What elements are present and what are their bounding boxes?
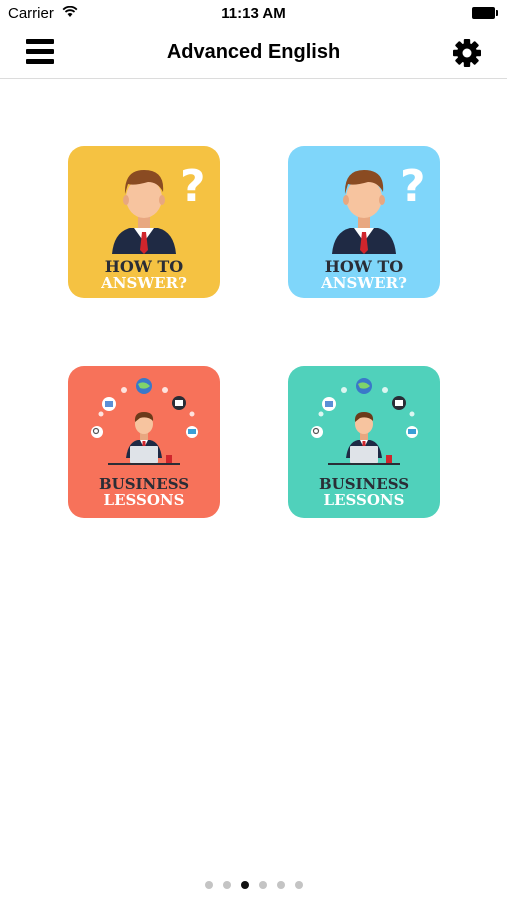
- page-title: Advanced English: [166, 41, 341, 63]
- tile-title-line1: HOW TO: [104, 257, 184, 276]
- business-lessons-tile[interactable]: BUSINESS LESSONS: [68, 366, 220, 518]
- status-bar: Carrier 11:13 AM: [0, 0, 507, 28]
- page-dot[interactable]: [276, 881, 285, 889]
- page-dot[interactable]: [204, 881, 213, 889]
- page-dot[interactable]: [222, 881, 231, 889]
- tile-title-line2: ANSWER?: [321, 274, 407, 292]
- tile-title-line2: LESSONS: [323, 491, 405, 509]
- page-dot[interactable]: [294, 881, 303, 889]
- tile-title-line1: HOW TO: [324, 257, 404, 276]
- tile-title-line2: ANSWER?: [101, 274, 187, 292]
- tile-title-line1: BUSINESS: [98, 475, 190, 493]
- how-to-answer-tile[interactable]: ? HOW TO ANSWER?: [288, 146, 440, 298]
- navigation-bar: Advanced English: [0, 28, 507, 79]
- tile-title-line2: LESSONS: [103, 491, 185, 509]
- how-to-answer-tile[interactable]: ? HOW TO ANSWER?: [68, 146, 220, 298]
- page-dot[interactable]: [258, 881, 267, 889]
- business-lessons-tile[interactable]: BUSINESS LESSONS: [288, 366, 440, 518]
- svg-text:?: ?: [180, 161, 206, 212]
- page-dot[interactable]: [240, 881, 249, 889]
- clock-time: 11:13 AM: [221, 5, 286, 22]
- battery-icon: [472, 7, 498, 19]
- page-indicator[interactable]: [0, 876, 507, 889]
- svg-text:?: ?: [400, 161, 426, 212]
- tile-title-line1: BUSINESS: [318, 475, 410, 493]
- gear-icon[interactable]: [451, 37, 483, 69]
